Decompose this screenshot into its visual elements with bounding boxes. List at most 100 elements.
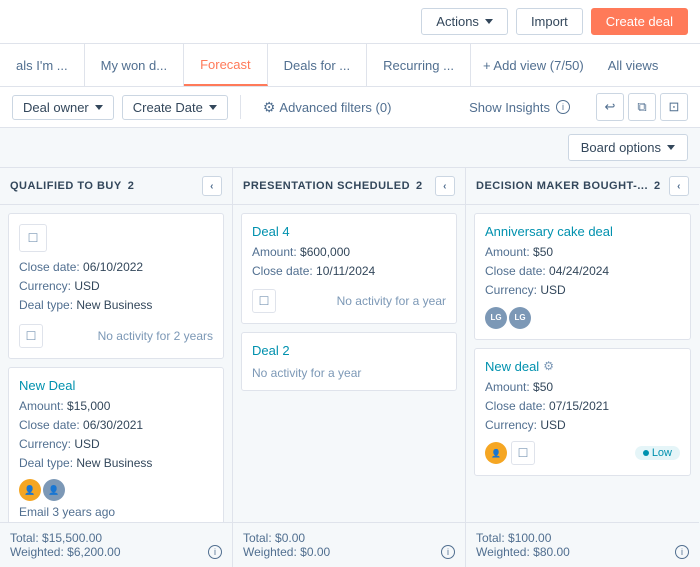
tab-add-view[interactable]: + Add view (7/50) — [471, 48, 596, 83]
column-title-presentation: PRESENTATION SCHEDULED — [243, 180, 410, 192]
low-badge-label: Low — [652, 447, 672, 459]
card-footer-deal4: ☐ No activity for a year — [252, 289, 446, 313]
deal-owner-filter[interactable]: Deal owner — [12, 95, 114, 120]
no-activity-icon-deal4: ☐ — [252, 289, 276, 313]
card-meta-q2: Amount: $15,000 Close date: 06/30/2021 C… — [19, 397, 213, 474]
board-options-chevron-icon — [667, 145, 675, 150]
card-title-deal4: Deal 4 — [252, 224, 446, 239]
card-footer-new-deal-d3: 👤 ☐ Low — [485, 441, 680, 465]
footer-total-qualified: Total: $15,500.00 — [10, 531, 102, 545]
activity-text-q1: No activity for 2 years — [98, 329, 213, 343]
card-anniversary[interactable]: Anniversary cake deal Amount: $50 Close … — [474, 213, 691, 340]
avatar-lg2: LG — [509, 307, 531, 329]
save-button[interactable]: ⊡ — [660, 93, 688, 121]
avatar-q2-2: 👤 — [43, 479, 65, 501]
cards-area-presentation: Deal 4 Amount: $600,000 Close date: 10/1… — [233, 205, 465, 522]
card-deal2[interactable]: Deal 2 No activity for a year — [241, 332, 457, 391]
board-options-button[interactable]: Board options — [568, 134, 688, 161]
email-activity-q2: Email 3 years ago — [19, 505, 213, 519]
board-options-bar: Board options — [0, 128, 700, 168]
settings-icon: ⚙ — [543, 359, 554, 373]
deal-owner-label: Deal owner — [23, 100, 89, 115]
card-qualified-2[interactable]: New Deal Amount: $15,000 Close date: 06/… — [8, 367, 224, 522]
import-label: Import — [531, 14, 568, 29]
column-nav-qualified[interactable]: ‹ — [202, 176, 222, 196]
column-footer-qualified: Total: $15,500.00 Weighted: $6,200.00 i — [0, 522, 232, 567]
avatar-row-q2: 👤 👤 — [19, 479, 213, 501]
card-qualified-1[interactable]: ☐ Close date: 06/10/2022 Currency: USD D… — [8, 213, 224, 359]
tab-forecast[interactable]: Forecast — [184, 44, 268, 86]
create-deal-label: Create deal — [606, 14, 673, 29]
card-footer-q1: ☐ No activity for 2 years — [19, 324, 213, 348]
create-date-chevron-icon — [209, 105, 217, 110]
column-header-qualified: QUALIFIED TO BUY 2 ‹ — [0, 168, 232, 205]
show-insights-label: Show Insights — [469, 100, 550, 115]
toolbar-icons: ↩ ⧉ ⊡ — [596, 93, 688, 121]
card-title-anniversary: Anniversary cake deal — [485, 224, 680, 239]
tabs-bar: als I'm ... My won d... Forecast Deals f… — [0, 44, 700, 87]
card-deal4[interactable]: Deal 4 Amount: $600,000 Close date: 10/1… — [241, 213, 457, 324]
advanced-filters-label: Advanced filters (0) — [279, 100, 391, 115]
card-new-deal-d3[interactable]: New deal ⚙ Amount: $50 Close date: 07/15… — [474, 348, 691, 477]
deal-owner-chevron-icon — [95, 105, 103, 110]
footer-total-presentation: Total: $0.00 — [243, 531, 305, 545]
tab-deals-for[interactable]: Deals for ... — [268, 44, 367, 86]
column-qualified-to-buy: QUALIFIED TO BUY 2 ‹ ☐ Close date: 06/10… — [0, 168, 233, 567]
tab-recurring[interactable]: Recurring ... — [367, 44, 471, 86]
card-meta-anniversary: Amount: $50 Close date: 04/24/2024 Curre… — [485, 243, 680, 301]
column-nav-decision[interactable]: ‹ — [669, 176, 689, 196]
cards-area-decision: Anniversary cake deal Amount: $50 Close … — [466, 205, 699, 522]
column-footer-decision: Total: $100.00 Weighted: $80.00 i — [466, 522, 699, 567]
create-date-label: Create Date — [133, 100, 203, 115]
filter-bar: Deal owner Create Date ⚙ Advanced filter… — [0, 87, 700, 128]
column-header-decision: DECISION MAKER BOUGHT-... 2 ‹ — [466, 168, 699, 205]
avatar-nd3-1: 👤 — [485, 442, 507, 464]
actions-button[interactable]: Actions — [421, 8, 508, 35]
column-presentation: PRESENTATION SCHEDULED 2 ‹ Deal 4 Amount… — [233, 168, 466, 567]
activity-icon-nd3: ☐ — [511, 441, 535, 465]
column-count-qualified: 2 — [128, 180, 135, 192]
filter-divider — [240, 95, 241, 119]
actions-label: Actions — [436, 14, 479, 29]
activity-text-deal4: No activity for a year — [337, 294, 446, 308]
avatar-lg1: LG — [485, 307, 507, 329]
low-badge: Low — [635, 446, 680, 460]
avatar-q2-1: 👤 — [19, 479, 41, 501]
tab-all-views[interactable]: All views — [596, 48, 671, 83]
card-meta-q1: Close date: 06/10/2022 Currency: USD Dea… — [19, 258, 213, 316]
column-count-presentation: 2 — [416, 180, 423, 192]
show-insights-button[interactable]: Show Insights i — [459, 96, 580, 119]
column-title-decision: DECISION MAKER BOUGHT-... — [476, 180, 648, 192]
undo-button[interactable]: ↩ — [596, 93, 624, 121]
create-date-filter[interactable]: Create Date — [122, 95, 228, 120]
tab-mywon[interactable]: My won d... — [85, 44, 184, 86]
card-title-new-deal-d3: New deal ⚙ — [485, 359, 680, 374]
column-header-presentation: PRESENTATION SCHEDULED 2 ‹ — [233, 168, 465, 205]
tab-als[interactable]: als I'm ... — [0, 44, 85, 86]
import-button[interactable]: Import — [516, 8, 583, 35]
card-title-new-deal: New Deal — [19, 378, 213, 393]
column-title-qualified: QUALIFIED TO BUY — [10, 180, 122, 192]
card-meta-deal4: Amount: $600,000 Close date: 10/11/2024 — [252, 243, 446, 281]
avatar-row-anniversary: LG LG — [485, 307, 680, 329]
filter-icon: ⚙ — [263, 99, 276, 116]
board: QUALIFIED TO BUY 2 ‹ ☐ Close date: 06/10… — [0, 168, 700, 567]
board-options-label: Board options — [581, 140, 661, 155]
footer-total-decision: Total: $100.00 — [476, 531, 551, 545]
card-footer-deal2: No activity for a year — [252, 366, 446, 380]
actions-chevron-icon — [485, 19, 493, 24]
activity-icon-1: ☐ — [19, 224, 47, 252]
column-count-decision: 2 — [654, 180, 661, 192]
low-dot — [643, 450, 649, 456]
activity-text-deal2: No activity for a year — [252, 366, 361, 380]
advanced-filters-button[interactable]: ⚙ Advanced filters (0) — [253, 95, 402, 120]
column-decision-maker: DECISION MAKER BOUGHT-... 2 ‹ Anniversar… — [466, 168, 699, 567]
column-nav-presentation[interactable]: ‹ — [435, 176, 455, 196]
card-title-deal2: Deal 2 — [252, 343, 446, 358]
column-footer-presentation: Total: $0.00 Weighted: $0.00 i — [233, 522, 465, 567]
card-meta-new-deal-d3: Amount: $50 Close date: 07/15/2021 Curre… — [485, 378, 680, 436]
top-bar: Actions Import Create deal — [0, 0, 700, 44]
no-activity-icon-q1: ☐ — [19, 324, 43, 348]
create-deal-button[interactable]: Create deal — [591, 8, 688, 35]
copy-button[interactable]: ⧉ — [628, 93, 656, 121]
